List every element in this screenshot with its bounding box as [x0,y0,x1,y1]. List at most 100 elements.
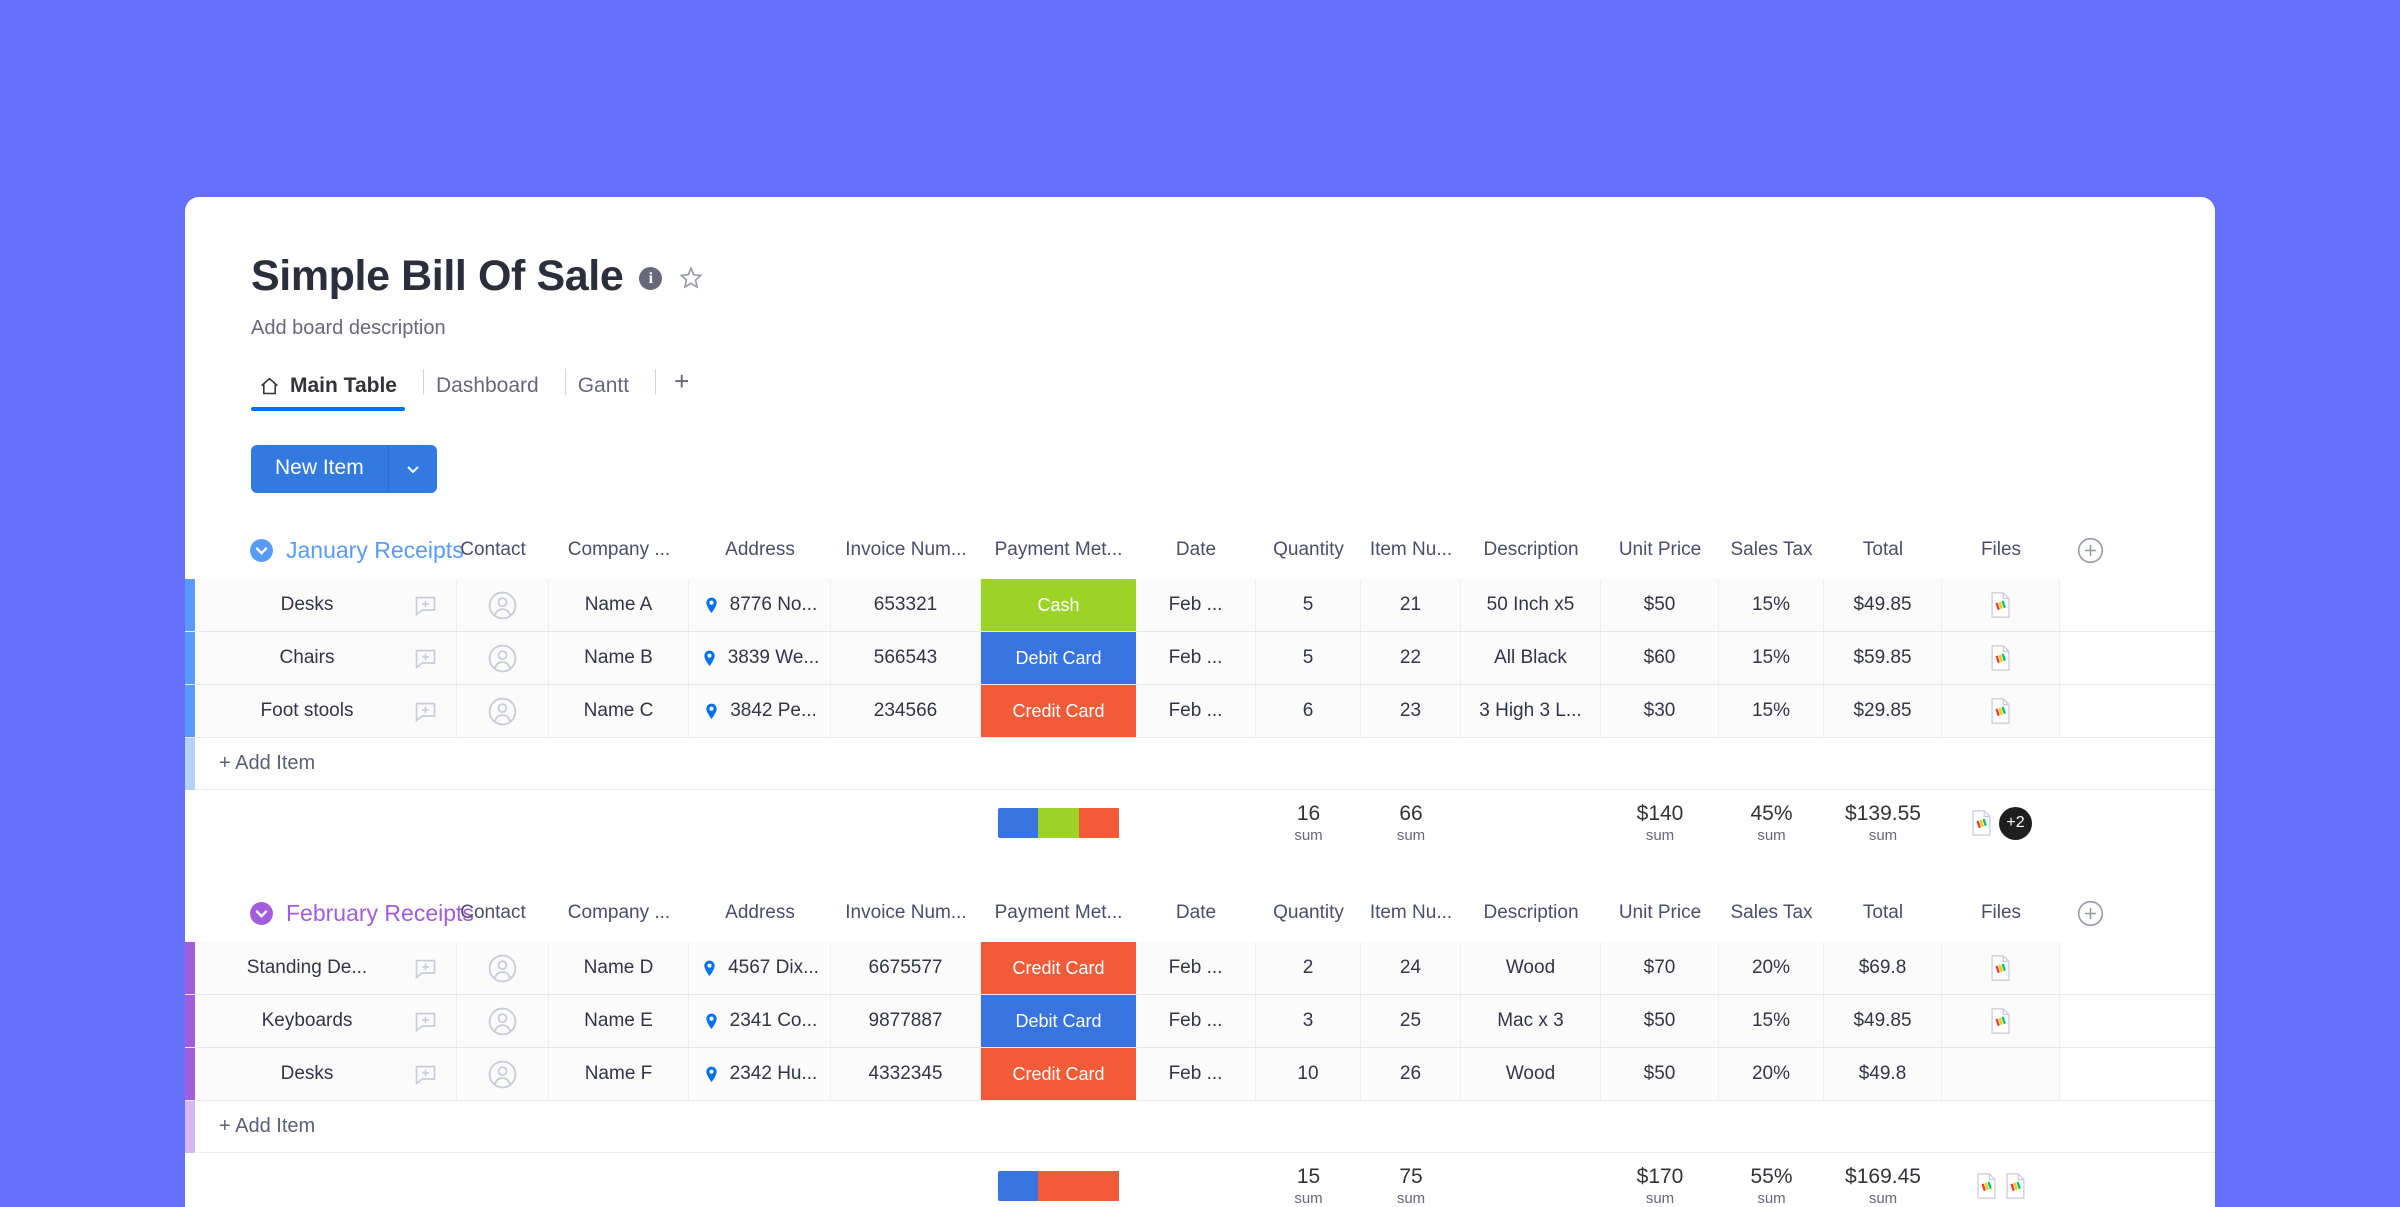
cell-comment[interactable] [395,579,457,631]
cell-item-name[interactable]: Standing De... [195,942,395,994]
cell-quantity[interactable]: 3 [1256,995,1361,1047]
avatar[interactable] [487,696,518,727]
cell-invoice-number[interactable]: 9877887 [831,995,981,1047]
cell-description[interactable]: 50 Inch x5 [1461,579,1601,631]
payment-status-chip[interactable]: Cash [981,579,1136,631]
add-item-button[interactable]: + Add Item [195,1101,2215,1153]
column-header-payment-met[interactable]: Payment Met... [981,539,1136,561]
cell-company[interactable]: Name D [549,942,689,994]
cell-sales-tax[interactable]: 20% [1719,942,1824,994]
cell-company[interactable]: Name A [549,579,689,631]
column-header-date[interactable]: Date [1136,539,1256,561]
cell-total[interactable]: $49.85 [1824,995,1942,1047]
cell-payment-method[interactable]: Cash [981,579,1136,631]
cell-date[interactable]: Feb ... [1136,632,1256,684]
cell-comment[interactable] [395,632,457,684]
cell-total[interactable]: $69.8 [1824,942,1942,994]
cell-payment-method[interactable]: Credit Card [981,685,1136,737]
cell-total[interactable]: $49.8 [1824,1048,1942,1100]
cell-address[interactable]: 8776 No... [689,579,831,631]
file-icon[interactable] [1989,1007,2012,1035]
table-row[interactable]: Keyboards Name E 2341 Co... 9877887 Debit Ca… [185,995,2215,1047]
add-comment-icon[interactable] [412,955,439,982]
file-icon[interactable] [1989,697,2012,725]
cell-unit-price[interactable]: $50 [1601,995,1719,1047]
table-row[interactable]: Desks Name F 2342 Hu... 4332345 Credit Card F… [185,1048,2215,1100]
cell-address[interactable]: 3839 We... [689,632,831,684]
file-icon[interactable] [1970,809,1993,837]
cell-files[interactable] [1942,995,2060,1047]
avatar[interactable] [487,590,518,621]
cell-comment[interactable] [395,942,457,994]
cell-unit-price[interactable]: $70 [1601,942,1719,994]
cell-date[interactable]: Feb ... [1136,685,1256,737]
cell-quantity[interactable]: 5 [1256,579,1361,631]
column-header-unit-price[interactable]: Unit Price [1601,902,1719,924]
avatar[interactable] [487,1059,518,1090]
group-title[interactable]: February Receipts [286,900,474,927]
cell-item-name[interactable]: Foot stools [195,685,395,737]
file-icon[interactable] [1989,591,2012,619]
file-icon[interactable] [2004,1172,2027,1200]
cell-quantity[interactable]: 6 [1256,685,1361,737]
cell-invoice-number[interactable]: 653321 [831,579,981,631]
cell-total[interactable]: $29.85 [1824,685,1942,737]
cell-company[interactable]: Name C [549,685,689,737]
cell-description[interactable]: 3 High 3 L... [1461,685,1601,737]
column-header-total[interactable]: Total [1824,539,1942,561]
cell-address[interactable]: 4567 Dix... [689,942,831,994]
group-collapse-icon[interactable] [249,901,274,926]
column-header-description[interactable]: Description [1461,539,1601,561]
group-collapse-icon[interactable] [249,538,274,563]
column-header-files[interactable]: Files [1942,902,2060,924]
column-header-unit-price[interactable]: Unit Price [1601,539,1719,561]
cell-company[interactable]: Name E [549,995,689,1047]
cell-date[interactable]: Feb ... [1136,1048,1256,1100]
cell-comment[interactable] [395,995,457,1047]
new-item-dropdown-button[interactable] [388,445,437,493]
column-header-company[interactable]: Company ... [549,539,689,561]
info-icon[interactable]: i [639,267,663,290]
cell-quantity[interactable]: 10 [1256,1048,1361,1100]
cell-item-number[interactable]: 25 [1361,995,1461,1047]
payment-status-chip[interactable]: Debit Card [981,995,1136,1047]
cell-contact[interactable] [457,1048,549,1100]
avatar[interactable] [487,1006,518,1037]
file-icon[interactable] [1975,1172,1998,1200]
cell-date[interactable]: Feb ... [1136,942,1256,994]
column-header-total[interactable]: Total [1824,902,1942,924]
tab-main-table[interactable]: Main Table [251,374,419,411]
cell-contact[interactable] [457,995,549,1047]
cell-contact[interactable] [457,579,549,631]
tab-dashboard[interactable]: Dashboard [428,374,561,411]
cell-item-name[interactable]: Desks [195,1048,395,1100]
column-header-item-nu[interactable]: Item Nu... [1361,902,1461,924]
cell-payment-method[interactable]: Debit Card [981,632,1136,684]
files-overflow-badge[interactable]: +2 [1999,806,2032,840]
add-item-row[interactable]: + Add Item [185,1101,2215,1153]
column-header-payment-met[interactable]: Payment Met... [981,902,1136,924]
column-header-invoice-num[interactable]: Invoice Num... [831,539,981,561]
cell-sales-tax[interactable]: 15% [1719,995,1824,1047]
cell-contact[interactable] [457,685,549,737]
add-column-button[interactable] [2060,537,2120,564]
cell-sales-tax[interactable]: 15% [1719,685,1824,737]
column-header-files[interactable]: Files [1942,539,2060,561]
cell-invoice-number[interactable]: 566543 [831,632,981,684]
cell-address[interactable]: 3842 Pe... [689,685,831,737]
add-column-button[interactable] [2060,900,2120,927]
add-item-button[interactable]: + Add Item [195,738,2215,790]
add-comment-icon[interactable] [412,1061,439,1088]
star-icon[interactable] [678,265,704,291]
table-row[interactable]: Chairs Name B 3839 We... 566543 Debit Card Fe… [185,632,2215,684]
group-title[interactable]: January Receipts [286,537,464,564]
column-header-company[interactable]: Company ... [549,902,689,924]
cell-item-name[interactable]: Keyboards [195,995,395,1047]
file-icon[interactable] [1989,644,2012,672]
cell-invoice-number[interactable]: 4332345 [831,1048,981,1100]
cell-item-name[interactable]: Desks [195,579,395,631]
payment-status-chip[interactable]: Credit Card [981,942,1136,994]
avatar[interactable] [487,643,518,674]
file-icon[interactable] [1989,954,2012,982]
column-header-invoice-num[interactable]: Invoice Num... [831,902,981,924]
